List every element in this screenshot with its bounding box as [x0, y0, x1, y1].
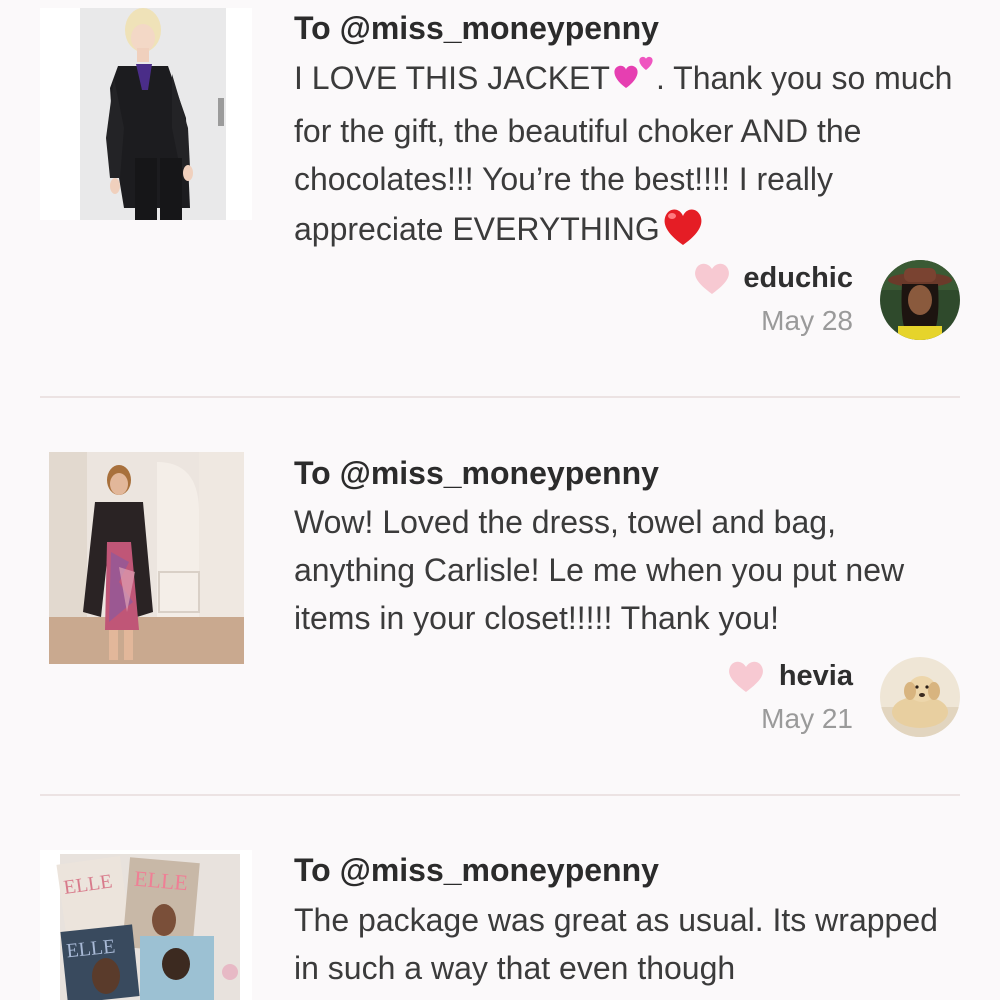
recipient-handle[interactable]: To @miss_moneypenny — [294, 10, 659, 47]
note-message: The package was great as usual. Its wrap… — [294, 902, 938, 986]
magazines-photo: ELLE ELLE ELLE — [40, 850, 252, 1000]
note-date: May 21 — [761, 703, 853, 734]
avatar[interactable] — [880, 657, 960, 737]
dress-photo — [49, 452, 244, 664]
divider — [40, 794, 960, 796]
note-message: I LOVE THIS JACKET. Thank you so much fo… — [294, 54, 964, 260]
note-date: May 28 — [761, 305, 853, 336]
like-heart-icon[interactable] — [726, 658, 766, 694]
item-thumbnail[interactable]: ELLE ELLE ELLE — [40, 850, 252, 1000]
jacket-photo — [40, 8, 252, 220]
love-notes-feed: To @miss_moneypenny I LOVE THIS JACKET. … — [0, 0, 1000, 1000]
sparkling-hearts-emoji-icon — [610, 54, 656, 107]
sender-username[interactable]: hevia — [779, 660, 853, 693]
item-thumbnail[interactable] — [49, 452, 244, 664]
item-thumbnail[interactable] — [40, 8, 252, 220]
sender-username[interactable]: educhic — [743, 262, 853, 295]
avatar[interactable] — [880, 260, 960, 340]
recipient-handle[interactable]: To @miss_moneypenny — [294, 852, 659, 889]
divider — [40, 396, 960, 398]
note-message: Wow! Loved the dress, towel and bag, any… — [294, 504, 905, 636]
like-heart-icon[interactable] — [692, 260, 732, 296]
recipient-handle[interactable]: To @miss_moneypenny — [294, 455, 659, 492]
message-text-part: I LOVE THIS JACKET — [294, 60, 610, 96]
svg-text:ELLE: ELLE — [133, 866, 189, 896]
red-heart-emoji-icon — [660, 203, 706, 260]
